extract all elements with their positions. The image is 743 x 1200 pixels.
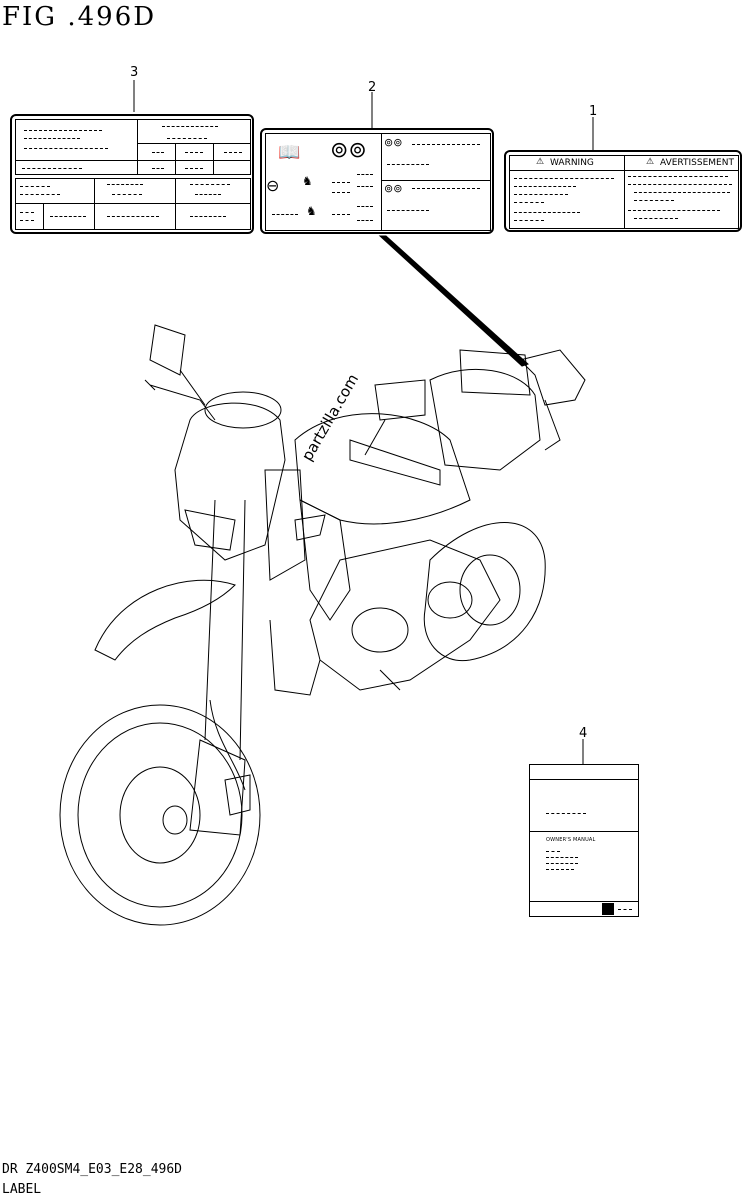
front-fork bbox=[189, 499, 246, 836]
figure-caption: LABEL bbox=[2, 1182, 42, 1197]
warning-triangle-icon: ⚠ bbox=[536, 157, 545, 167]
motorcycle-solo-icon: ⊚⊚ bbox=[384, 136, 403, 149]
suzuki-logo-icon bbox=[602, 903, 614, 915]
mirror-left bbox=[149, 324, 186, 376]
label-2-box[interactable]: 📖 ⊚⊚ ⊖ ♞ ♞ ⊚⊚ ⊚⊚ bbox=[260, 128, 494, 234]
warning-heading: WARNING bbox=[550, 158, 594, 168]
book-icon: 📖 bbox=[278, 142, 301, 163]
rider-icon: ♞ bbox=[302, 174, 313, 188]
avertissement-triangle-icon: ⚠ bbox=[646, 157, 655, 167]
figure-code: DR Z400SM4_E03_E28_496D bbox=[2, 1162, 183, 1177]
avertissement-heading: AVERTISSEMENT bbox=[660, 158, 734, 168]
label-3-box[interactable] bbox=[10, 114, 254, 234]
rear-wheel bbox=[423, 522, 546, 662]
motorcycle-icon: ⊚⊚ bbox=[330, 138, 367, 163]
label-1-box[interactable]: ⚠ WARNING ⚠ AVERTISSEMENT bbox=[504, 150, 742, 232]
pointer-wedge bbox=[378, 235, 529, 367]
manual-title-text: OWNER'S MANUAL bbox=[546, 837, 596, 843]
owners-manual[interactable]: OWNER'S MANUAL bbox=[529, 764, 639, 917]
seat bbox=[429, 368, 541, 471]
passenger-icon: ♞ bbox=[306, 204, 317, 218]
front-fender bbox=[94, 579, 236, 661]
motorcycle-dual-icon: ⊚⊚ bbox=[384, 182, 403, 195]
helmet-icon: ⊖ bbox=[266, 176, 280, 195]
